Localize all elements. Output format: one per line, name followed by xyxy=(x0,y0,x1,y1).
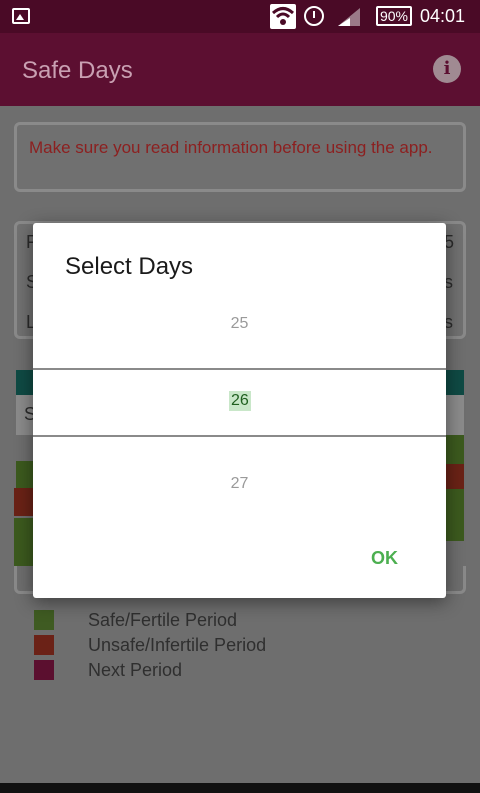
next-period-swatch xyxy=(34,660,54,680)
notice-text: Make sure you read information before us… xyxy=(29,138,433,157)
wifi-icon xyxy=(270,4,296,29)
signal-icon xyxy=(338,8,360,26)
battery-indicator: 90% xyxy=(376,6,412,26)
picker-option-selected[interactable]: 26 xyxy=(229,391,251,411)
status-bar: 90% 04:01 xyxy=(0,0,480,33)
unsafe-period-swatch xyxy=(34,635,54,655)
unsafe-day-cell xyxy=(446,464,464,489)
alarm-icon xyxy=(304,6,324,26)
legend-label-unsafe: Unsafe/Infertile Period xyxy=(88,635,267,655)
app-bar: Safe Days xyxy=(0,33,480,106)
info-icon[interactable]: i xyxy=(433,55,461,83)
safe-period-swatch xyxy=(34,610,54,630)
select-days-dialog: Select Days 25 26 27 OK xyxy=(33,223,446,598)
navigation-bar xyxy=(0,783,480,793)
dialog-title: Select Days xyxy=(65,253,194,280)
legend-label-next: Next Period xyxy=(88,660,183,680)
app-title: Safe Days xyxy=(22,57,133,84)
clock: 04:01 xyxy=(420,6,466,26)
safe-day-cell xyxy=(446,489,464,541)
picker-divider-bottom xyxy=(33,435,446,437)
picker-divider-top xyxy=(33,368,446,370)
legend-label-safe: Safe/Fertile Period xyxy=(88,610,238,630)
ok-button[interactable]: OK xyxy=(371,548,398,569)
image-icon xyxy=(12,8,30,24)
safe-day-cell xyxy=(446,435,464,465)
picker-option-previous[interactable]: 25 xyxy=(33,315,446,333)
notice-box: Make sure you read information before us… xyxy=(14,122,466,192)
picker-option-next[interactable]: 27 xyxy=(33,475,446,493)
